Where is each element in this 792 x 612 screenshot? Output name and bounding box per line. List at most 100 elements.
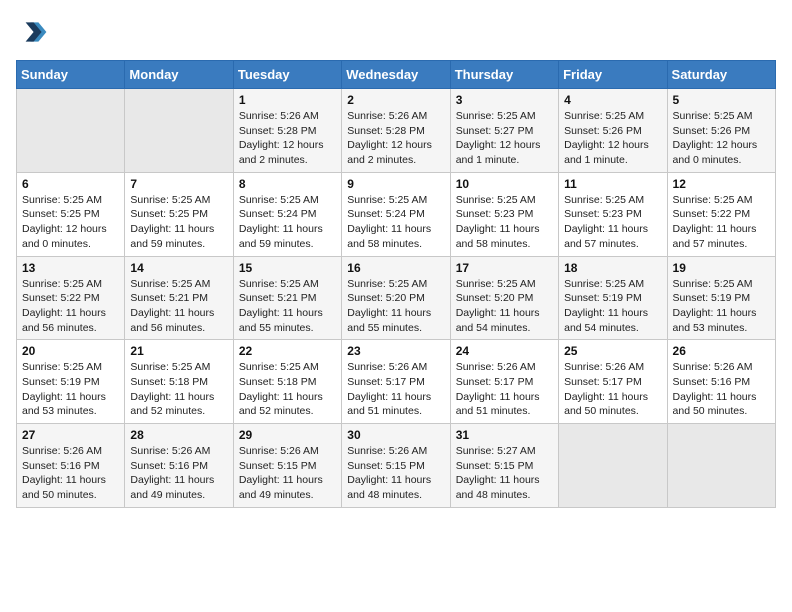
- day-info: Sunrise: 5:26 AMSunset: 5:17 PMDaylight:…: [347, 360, 444, 419]
- day-number: 11: [564, 177, 661, 191]
- day-cell: 11 Sunrise: 5:25 AMSunset: 5:23 PMDayligh…: [559, 172, 667, 256]
- week-row-4: 20 Sunrise: 5:25 AMSunset: 5:19 PMDayligh…: [17, 340, 776, 424]
- day-info: Sunrise: 5:25 AMSunset: 5:23 PMDaylight:…: [564, 193, 661, 252]
- day-cell: 2 Sunrise: 5:26 AMSunset: 5:28 PMDaylight…: [342, 89, 450, 173]
- day-info: Sunrise: 5:25 AMSunset: 5:26 PMDaylight:…: [673, 109, 770, 168]
- day-info: Sunrise: 5:25 AMSunset: 5:19 PMDaylight:…: [673, 277, 770, 336]
- day-number: 23: [347, 344, 444, 358]
- day-info: Sunrise: 5:25 AMSunset: 5:21 PMDaylight:…: [130, 277, 227, 336]
- day-number: 21: [130, 344, 227, 358]
- weekday-header-sunday: Sunday: [17, 61, 125, 89]
- day-info: Sunrise: 5:25 AMSunset: 5:25 PMDaylight:…: [130, 193, 227, 252]
- day-cell: 5 Sunrise: 5:25 AMSunset: 5:26 PMDaylight…: [667, 89, 775, 173]
- day-info: Sunrise: 5:26 AMSunset: 5:16 PMDaylight:…: [130, 444, 227, 503]
- day-cell: 27 Sunrise: 5:26 AMSunset: 5:16 PMDayligh…: [17, 424, 125, 508]
- day-cell: 12 Sunrise: 5:25 AMSunset: 5:22 PMDayligh…: [667, 172, 775, 256]
- weekday-header-row: SundayMondayTuesdayWednesdayThursdayFrid…: [17, 61, 776, 89]
- day-cell: 14 Sunrise: 5:25 AMSunset: 5:21 PMDayligh…: [125, 256, 233, 340]
- day-cell: [667, 424, 775, 508]
- day-number: 28: [130, 428, 227, 442]
- day-info: Sunrise: 5:25 AMSunset: 5:24 PMDaylight:…: [239, 193, 336, 252]
- day-cell: 22 Sunrise: 5:25 AMSunset: 5:18 PMDayligh…: [233, 340, 341, 424]
- day-number: 10: [456, 177, 553, 191]
- day-number: 4: [564, 93, 661, 107]
- day-number: 8: [239, 177, 336, 191]
- day-info: Sunrise: 5:25 AMSunset: 5:24 PMDaylight:…: [347, 193, 444, 252]
- day-number: 26: [673, 344, 770, 358]
- day-number: 19: [673, 261, 770, 275]
- day-info: Sunrise: 5:25 AMSunset: 5:26 PMDaylight:…: [564, 109, 661, 168]
- day-cell: 20 Sunrise: 5:25 AMSunset: 5:19 PMDayligh…: [17, 340, 125, 424]
- day-info: Sunrise: 5:25 AMSunset: 5:23 PMDaylight:…: [456, 193, 553, 252]
- day-number: 14: [130, 261, 227, 275]
- day-number: 22: [239, 344, 336, 358]
- day-cell: 10 Sunrise: 5:25 AMSunset: 5:23 PMDayligh…: [450, 172, 558, 256]
- day-info: Sunrise: 5:25 AMSunset: 5:19 PMDaylight:…: [22, 360, 119, 419]
- day-cell: 17Sunrise: 5:25 AMSunset: 5:20 PMDayligh…: [450, 256, 558, 340]
- day-cell: 6 Sunrise: 5:25 AMSunset: 5:25 PMDaylight…: [17, 172, 125, 256]
- day-cell: 21 Sunrise: 5:25 AMSunset: 5:18 PMDayligh…: [125, 340, 233, 424]
- day-number: 9: [347, 177, 444, 191]
- day-number: 16: [347, 261, 444, 275]
- logo-icon: [16, 16, 48, 48]
- day-number: 24: [456, 344, 553, 358]
- day-cell: 7 Sunrise: 5:25 AMSunset: 5:25 PMDaylight…: [125, 172, 233, 256]
- day-cell: 3Sunrise: 5:25 AMSunset: 5:27 PMDaylight…: [450, 89, 558, 173]
- day-number: 6: [22, 177, 119, 191]
- day-cell: 29 Sunrise: 5:26 AMSunset: 5:15 PMDayligh…: [233, 424, 341, 508]
- day-cell: 31 Sunrise: 5:27 AMSunset: 5:15 PMDayligh…: [450, 424, 558, 508]
- day-number: 15: [239, 261, 336, 275]
- day-info: Sunrise: 5:25 AMSunset: 5:18 PMDaylight:…: [130, 360, 227, 419]
- weekday-header-tuesday: Tuesday: [233, 61, 341, 89]
- day-info: Sunrise: 5:26 AMSunset: 5:15 PMDaylight:…: [347, 444, 444, 503]
- day-cell: 1Sunrise: 5:26 AMSunset: 5:28 PMDaylight…: [233, 89, 341, 173]
- day-info: Sunrise: 5:25 AMSunset: 5:25 PMDaylight:…: [22, 193, 119, 252]
- day-info: Sunrise: 5:26 AMSunset: 5:17 PMDaylight:…: [564, 360, 661, 419]
- day-number: 12: [673, 177, 770, 191]
- day-number: 25: [564, 344, 661, 358]
- day-number: 27: [22, 428, 119, 442]
- day-info: Sunrise: 5:25 AMSunset: 5:22 PMDaylight:…: [22, 277, 119, 336]
- day-cell: 24 Sunrise: 5:26 AMSunset: 5:17 PMDayligh…: [450, 340, 558, 424]
- day-info: Sunrise: 5:26 AMSunset: 5:28 PMDaylight:…: [347, 109, 444, 168]
- day-cell: 19 Sunrise: 5:25 AMSunset: 5:19 PMDayligh…: [667, 256, 775, 340]
- day-cell: 13Sunrise: 5:25 AMSunset: 5:22 PMDayligh…: [17, 256, 125, 340]
- day-cell: 25 Sunrise: 5:26 AMSunset: 5:17 PMDayligh…: [559, 340, 667, 424]
- day-cell: 15Sunrise: 5:25 AMSunset: 5:21 PMDayligh…: [233, 256, 341, 340]
- page-header: [16, 16, 776, 48]
- day-number: 1: [239, 93, 336, 107]
- day-info: Sunrise: 5:25 AMSunset: 5:22 PMDaylight:…: [673, 193, 770, 252]
- day-info: Sunrise: 5:25 AMSunset: 5:19 PMDaylight:…: [564, 277, 661, 336]
- weekday-header-wednesday: Wednesday: [342, 61, 450, 89]
- day-info: Sunrise: 5:25 AMSunset: 5:18 PMDaylight:…: [239, 360, 336, 419]
- day-cell: 28 Sunrise: 5:26 AMSunset: 5:16 PMDayligh…: [125, 424, 233, 508]
- day-info: Sunrise: 5:26 AMSunset: 5:15 PMDaylight:…: [239, 444, 336, 503]
- weekday-header-monday: Monday: [125, 61, 233, 89]
- day-number: 18: [564, 261, 661, 275]
- day-number: 7: [130, 177, 227, 191]
- day-cell: [17, 89, 125, 173]
- day-info: Sunrise: 5:26 AMSunset: 5:16 PMDaylight:…: [22, 444, 119, 503]
- day-number: 29: [239, 428, 336, 442]
- day-cell: [125, 89, 233, 173]
- day-number: 20: [22, 344, 119, 358]
- day-number: 5: [673, 93, 770, 107]
- day-info: Sunrise: 5:27 AMSunset: 5:15 PMDaylight:…: [456, 444, 553, 503]
- day-cell: 4 Sunrise: 5:25 AMSunset: 5:26 PMDaylight…: [559, 89, 667, 173]
- week-row-5: 27 Sunrise: 5:26 AMSunset: 5:16 PMDayligh…: [17, 424, 776, 508]
- week-row-1: 1 Sunrise: 5:26 AMSunset: 5:28 PMDaylight…: [17, 89, 776, 173]
- logo: [16, 16, 52, 48]
- week-row-3: 13Sunrise: 5:25 AMSunset: 5:22 PMDayligh…: [17, 256, 776, 340]
- day-info: Sunrise: 5:25 AMSunset: 5:20 PMDaylight:…: [456, 277, 553, 336]
- week-row-2: 6 Sunrise: 5:25 AMSunset: 5:25 PMDaylight…: [17, 172, 776, 256]
- calendar: SundayMondayTuesdayWednesdayThursdayFrid…: [16, 60, 776, 508]
- day-number: 31: [456, 428, 553, 442]
- day-info: Sunrise: 5:26 AMSunset: 5:17 PMDaylight:…: [456, 360, 553, 419]
- day-info: Sunrise: 5:25 AMSunset: 5:20 PMDaylight:…: [347, 277, 444, 336]
- day-number: 2: [347, 93, 444, 107]
- day-info: Sunrise: 5:26 AMSunset: 5:16 PMDaylight:…: [673, 360, 770, 419]
- day-cell: 8 Sunrise: 5:25 AMSunset: 5:24 PMDaylight…: [233, 172, 341, 256]
- day-cell: 9 Sunrise: 5:25 AMSunset: 5:24 PMDaylight…: [342, 172, 450, 256]
- day-cell: 26 Sunrise: 5:26 AMSunset: 5:16 PMDayligh…: [667, 340, 775, 424]
- day-number: 30: [347, 428, 444, 442]
